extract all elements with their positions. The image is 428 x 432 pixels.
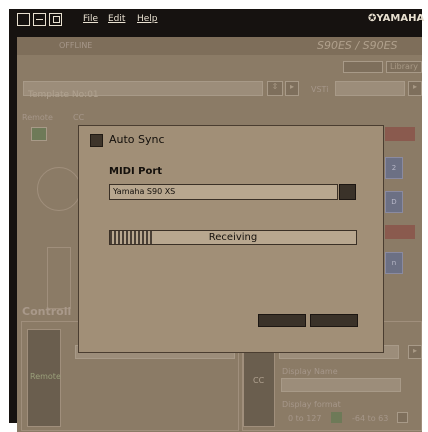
menu-edit[interactable]: Edit — [108, 14, 125, 24]
midi-port-label: MIDI Port — [109, 166, 163, 177]
template-field[interactable]: Template No:01 — [23, 81, 263, 100]
format-radio-1[interactable] — [331, 412, 342, 423]
dialog-button-2[interactable] — [310, 314, 358, 327]
template-next-button[interactable]: ▸ — [285, 81, 299, 96]
cc-label: CC — [73, 113, 85, 122]
auto-sync-label: Auto Sync — [109, 133, 165, 146]
brand-text: YAMAHA — [376, 13, 425, 24]
menu-help[interactable]: Help — [137, 14, 158, 24]
auto-sync-dialog: Auto Sync MIDI Port Yamaha S90 XS Receiv… — [78, 125, 384, 353]
display-name-label: Display Name — [282, 367, 338, 376]
status-offline: OFFLINE — [59, 41, 93, 50]
remote-label: Remote — [22, 113, 53, 122]
remote-toggle[interactable] — [31, 127, 47, 141]
slider-control[interactable] — [47, 247, 71, 309]
yamaha-logo: ✪YAMAHA — [368, 13, 424, 24]
vsti-label: VSTi — [311, 85, 329, 94]
display-name-field[interactable] — [281, 378, 401, 392]
vsti-field[interactable] — [335, 81, 405, 96]
library-button[interactable]: Library — [386, 61, 422, 73]
controller-heading: Controll — [22, 305, 72, 318]
application-window: File Edit Help ✪YAMAHA OFFLINE S90ES / S… — [9, 9, 424, 432]
menu-file[interactable]: File — [83, 14, 98, 24]
midi-port-field[interactable]: Yamaha S90 XS — [109, 184, 338, 200]
display-format-label: Display format — [282, 400, 341, 409]
status-indicator — [385, 127, 415, 141]
midi-port-select-button[interactable] — [339, 184, 356, 200]
format-option-2: -64 to 63 — [352, 414, 389, 423]
dialog-button-1[interactable] — [258, 314, 306, 327]
receiving-progress-bar: Receiving — [109, 230, 357, 245]
format-option-1: 0 to 127 — [288, 414, 322, 423]
cc-next-button[interactable]: ▸ — [408, 345, 422, 359]
restore-glyph — [53, 16, 60, 23]
vsti-next-button[interactable]: ▸ — [408, 81, 422, 96]
status-indicator-2 — [385, 225, 415, 239]
blue-button-1[interactable]: 2 — [385, 157, 403, 179]
remote-box[interactable]: Remote — [27, 329, 61, 427]
knob-control[interactable] — [37, 167, 81, 211]
window-icon[interactable] — [17, 13, 30, 26]
minimize-icon[interactable] — [33, 13, 46, 26]
restore-icon[interactable] — [49, 13, 62, 26]
product-logo: S90ES / S90ES — [317, 39, 398, 52]
blank-button[interactable] — [343, 61, 383, 73]
template-stepper[interactable]: ⇕ — [267, 81, 283, 96]
remote-box-label: Remote — [30, 372, 61, 381]
progress-text: Receiving — [208, 232, 258, 243]
cc-box-label: CC — [253, 376, 265, 385]
minimize-glyph — [36, 19, 43, 20]
blue-button-3[interactable]: n — [385, 252, 403, 274]
format-radio-2[interactable] — [397, 412, 408, 423]
blue-button-2[interactable]: D — [385, 191, 403, 213]
midi-port-value: Yamaha S90 XS — [113, 187, 176, 196]
auto-sync-checkbox[interactable] — [90, 134, 103, 147]
template-label: Template No:01 — [28, 90, 99, 100]
